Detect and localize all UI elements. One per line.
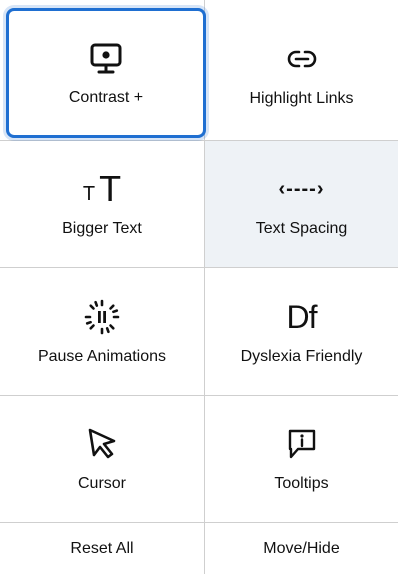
bigger-text-button[interactable]: T T Bigger Text [0,141,204,267]
pause-animations-button[interactable]: Pause Animations [0,268,204,395]
link-icon [287,39,317,79]
dyslexia-friendly-button[interactable]: Df Dyslexia Friendly [205,268,398,395]
contrast-button[interactable]: Contrast + [6,8,206,138]
small-t-glyph: T [82,183,96,205]
reset-all-label: Reset All [70,539,134,557]
text-spacing-button[interactable]: ‹----› Text Spacing [205,141,398,267]
highlight-links-label: Highlight Links [249,90,354,107]
spacing-arrows-glyph: ‹----› [278,177,325,200]
move-hide-label: Move/Hide [263,539,340,557]
spacing-arrows-icon: ‹----› [279,169,325,209]
contrast-label: Contrast + [68,89,144,106]
cursor-label: Cursor [77,475,126,492]
tooltips-label: Tooltips [274,475,329,492]
cursor-button[interactable]: Cursor [0,396,204,522]
move-hide-button[interactable]: Move/Hide [205,523,398,574]
text-spacing-label: Text Spacing [255,220,348,237]
monitor-icon [89,38,123,78]
dyslexia-friendly-label: Dyslexia Friendly [240,347,363,365]
cursor-icon [86,424,118,464]
large-t-glyph: T [99,168,122,209]
reset-all-button[interactable]: Reset All [0,523,204,574]
text-size-icon: T T [83,169,121,209]
highlight-links-button[interactable]: Highlight Links [205,8,398,140]
dyslexia-icon: Df [286,297,318,337]
bigger-text-label: Bigger Text [62,220,142,237]
pause-icon [84,297,120,337]
dyslexia-glyph: Df [286,298,318,335]
pause-animations-label: Pause Animations [37,347,167,365]
accessibility-menu-grid: Contrast + Highlight Links T T Bigger Te… [0,0,398,574]
tooltips-button[interactable]: Tooltips [205,396,398,522]
tooltip-icon [286,424,318,464]
